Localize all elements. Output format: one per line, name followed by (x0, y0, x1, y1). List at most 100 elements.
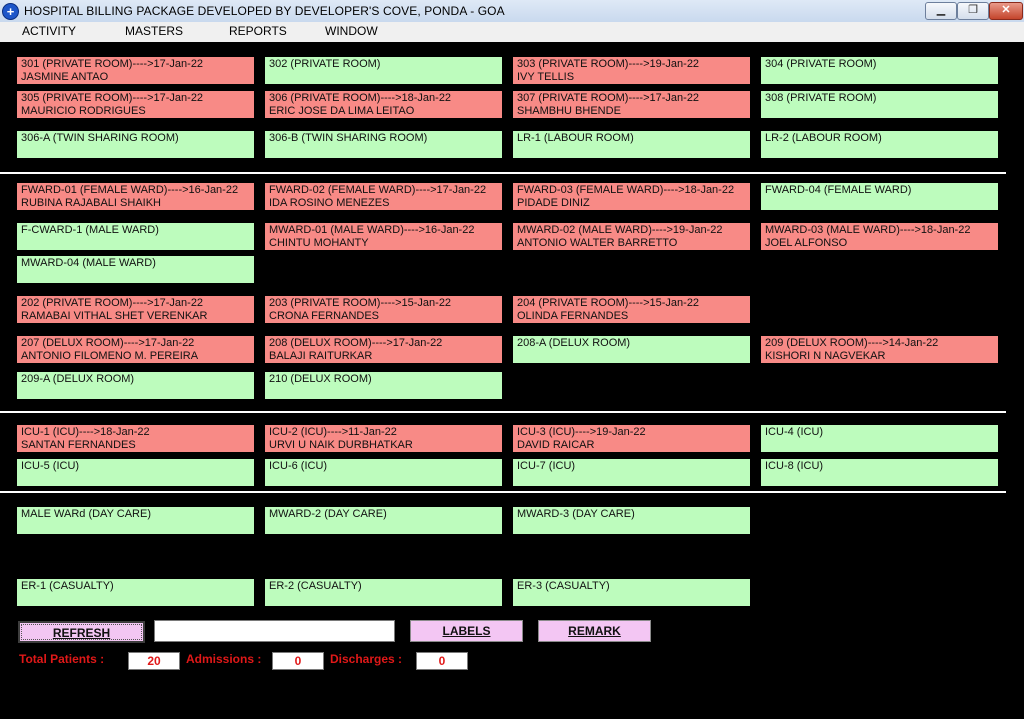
labels-button[interactable]: LABELS (410, 620, 523, 642)
bed-tile[interactable]: 303 (PRIVATE ROOM)---->19-Jan-22 IVY TELL… (513, 57, 750, 84)
bed-label: MWARD-03 (MALE WARD)---->18-Jan-22 (765, 224, 971, 236)
patient-name: ERIC JOSE DA LIMA LEITAO (269, 105, 415, 117)
bed-tile[interactable]: LR-2 (LABOUR ROOM) (761, 131, 998, 158)
bed-tile[interactable]: FWARD-04 (FEMALE WARD) (761, 183, 998, 210)
bed-label: ICU-3 (ICU)---->19-Jan-22 (517, 426, 646, 438)
patient-name: RAMABAI VITHAL SHET VERENKAR (21, 310, 208, 322)
bed-tile[interactable]: ICU-5 (ICU) (17, 459, 254, 486)
bed-tile[interactable]: MWARD-2 (DAY CARE) (265, 507, 502, 534)
bed-label: ICU-5 (ICU) (21, 460, 80, 472)
bed-tile[interactable]: 307 (PRIVATE ROOM)---->17-Jan-22 SHAMBHU … (513, 91, 750, 118)
bed-tile[interactable]: MWARD-01 (MALE WARD)---->16-Jan-22 CHINTU… (265, 223, 502, 250)
patient-name: DAVID RAICAR (517, 439, 595, 451)
bed-tile[interactable]: F-CWARD-1 (MALE WARD) (17, 223, 254, 250)
bed-tile[interactable]: MWARD-03 (MALE WARD)---->18-Jan-22 JOEL A… (761, 223, 998, 250)
bed-tile[interactable]: ICU-1 (ICU)---->18-Jan-22 SANTAN FERNANDE… (17, 425, 254, 452)
bed-label: FWARD-01 (FEMALE WARD)---->16-Jan-22 (21, 184, 239, 196)
patient-name: BALAJI RAITURKAR (269, 350, 373, 362)
bed-label: FWARD-02 (FEMALE WARD)---->17-Jan-22 (269, 184, 487, 196)
bed-tile[interactable]: 306 (PRIVATE ROOM)---->18-Jan-22 ERIC JOS… (265, 91, 502, 118)
bed-label: ER-1 (CASUALTY) (21, 580, 114, 592)
bed-label: MWARD-02 (MALE WARD)---->19-Jan-22 (517, 224, 723, 236)
bed-tile[interactable]: 203 (PRIVATE ROOM)---->15-Jan-22 CRONA FE… (265, 296, 502, 323)
bed-label: 305 (PRIVATE ROOM)---->17-Jan-22 (21, 92, 204, 104)
bed-tile[interactable]: LR-1 (LABOUR ROOM) (513, 131, 750, 158)
bed-tile[interactable]: ICU-3 (ICU)---->19-Jan-22 DAVID RAICAR (513, 425, 750, 452)
restore-button[interactable]: ❐ (957, 2, 989, 20)
search-input[interactable] (154, 620, 395, 642)
remark-button[interactable]: REMARK (538, 620, 651, 642)
bed-tile[interactable]: ER-1 (CASUALTY) (17, 579, 254, 606)
bed-tile[interactable]: FWARD-02 (FEMALE WARD)---->17-Jan-22 IDA … (265, 183, 502, 210)
bed-tile[interactable]: ER-3 (CASUALTY) (513, 579, 750, 606)
bed-tile[interactable]: ICU-6 (ICU) (265, 459, 502, 486)
patient-name: SANTAN FERNANDES (21, 439, 136, 451)
bed-label: ICU-1 (ICU)---->18-Jan-22 (21, 426, 150, 438)
bed-tile[interactable]: MWARD-02 (MALE WARD)---->19-Jan-22 ANTONI… (513, 223, 750, 250)
bed-tile[interactable]: 301 (PRIVATE ROOM)---->17-Jan-22 JASMINE … (17, 57, 254, 84)
title-bar: + HOSPITAL BILLING PACKAGE DEVELOPED BY … (0, 0, 1024, 23)
menu-reports[interactable]: REPORTS (229, 24, 287, 38)
bed-tile[interactable]: 208 (DELUX ROOM)---->17-Jan-22 BALAJI RAI… (265, 336, 502, 363)
patient-name: OLINDA FERNANDES (517, 310, 629, 322)
minimize-button[interactable]: ▁ (925, 2, 957, 20)
bed-tile[interactable]: 306-A (TWIN SHARING ROOM) (17, 131, 254, 158)
bed-label: FWARD-03 (FEMALE WARD)---->18-Jan-22 (517, 184, 735, 196)
bed-tile[interactable]: 207 (DELUX ROOM)---->17-Jan-22 ANTONIO FI… (17, 336, 254, 363)
bed-label: 203 (PRIVATE ROOM)---->15-Jan-22 (269, 297, 452, 309)
bed-tile[interactable]: MWARD-04 (MALE WARD) (17, 256, 254, 283)
bed-label: 306 (PRIVATE ROOM)---->18-Jan-22 (269, 92, 452, 104)
bed-label: 208 (DELUX ROOM)---->17-Jan-22 (269, 337, 443, 349)
bed-tile[interactable]: 209 (DELUX ROOM)---->14-Jan-22 KISHORI N … (761, 336, 998, 363)
bed-label: FWARD-04 (FEMALE WARD) (765, 184, 912, 196)
bed-tile[interactable]: 204 (PRIVATE ROOM)---->15-Jan-22 OLINDA F… (513, 296, 750, 323)
bed-tile[interactable]: 202 (PRIVATE ROOM)---->17-Jan-22 RAMABAI … (17, 296, 254, 323)
bed-tile[interactable]: MWARD-3 (DAY CARE) (513, 507, 750, 534)
bed-tile[interactable]: FWARD-01 (FEMALE WARD)---->16-Jan-22 RUBI… (17, 183, 254, 210)
bed-tile[interactable]: ICU-7 (ICU) (513, 459, 750, 486)
total-patients-label: Total Patients : (19, 652, 105, 666)
section-divider (0, 172, 1006, 174)
menu-masters[interactable]: MASTERS (125, 24, 183, 38)
bed-label: ICU-4 (ICU) (765, 426, 824, 438)
bed-label: 301 (PRIVATE ROOM)---->17-Jan-22 (21, 58, 204, 70)
bed-tile[interactable]: ICU-4 (ICU) (761, 425, 998, 452)
bed-tile[interactable]: MALE WARd (DAY CARE) (17, 507, 254, 534)
patient-name: RUBINA RAJABALI SHAIKH (21, 197, 161, 209)
section-divider (0, 411, 1006, 413)
bed-tile[interactable]: FWARD-03 (FEMALE WARD)---->18-Jan-22 PIDA… (513, 183, 750, 210)
bed-tile[interactable]: 302 (PRIVATE ROOM) (265, 57, 502, 84)
bed-label: 209 (DELUX ROOM)---->14-Jan-22 (765, 337, 939, 349)
close-button[interactable]: ✕ (989, 2, 1023, 20)
refresh-button[interactable]: REFRESH (18, 621, 145, 643)
bed-tile[interactable]: 210 (DELUX ROOM) (265, 372, 502, 399)
bed-label: 209-A (DELUX ROOM) (21, 373, 135, 385)
patient-name: IDA ROSINO MENEZES (269, 197, 390, 209)
bed-label: 204 (PRIVATE ROOM)---->15-Jan-22 (517, 297, 700, 309)
menu-bar: ACTIVITY MASTERS REPORTS WINDOW (0, 22, 1024, 42)
menu-activity[interactable]: ACTIVITY (22, 24, 76, 38)
bed-label: 306-A (TWIN SHARING ROOM) (21, 132, 179, 144)
bed-label: 303 (PRIVATE ROOM)---->19-Jan-22 (517, 58, 700, 70)
bed-tile[interactable]: 306-B (TWIN SHARING ROOM) (265, 131, 502, 158)
bed-label: 304 (PRIVATE ROOM) (765, 58, 877, 70)
bed-tile[interactable]: ER-2 (CASUALTY) (265, 579, 502, 606)
bed-label: MALE WARd (DAY CARE) (21, 508, 151, 520)
patient-name: URVI U NAIK DURBHATKAR (269, 439, 413, 451)
bed-tile[interactable]: 308 (PRIVATE ROOM) (761, 91, 998, 118)
bed-label: 202 (PRIVATE ROOM)---->17-Jan-22 (21, 297, 204, 309)
bed-tile[interactable]: 304 (PRIVATE ROOM) (761, 57, 998, 84)
bed-label: 306-B (TWIN SHARING ROOM) (269, 132, 428, 144)
bed-label: 308 (PRIVATE ROOM) (765, 92, 877, 104)
bed-tile[interactable]: ICU-2 (ICU)---->11-Jan-22 URVI U NAIK DUR… (265, 425, 502, 452)
bed-tile[interactable]: 209-A (DELUX ROOM) (17, 372, 254, 399)
bed-tile[interactable]: ICU-8 (ICU) (761, 459, 998, 486)
menu-window[interactable]: WINDOW (325, 24, 378, 38)
bed-label: ICU-6 (ICU) (269, 460, 328, 472)
bed-label: LR-2 (LABOUR ROOM) (765, 132, 882, 144)
bed-tile[interactable]: 305 (PRIVATE ROOM)---->17-Jan-22 MAURICIO… (17, 91, 254, 118)
bed-tile[interactable]: 208-A (DELUX ROOM) (513, 336, 750, 363)
bed-label: 307 (PRIVATE ROOM)---->17-Jan-22 (517, 92, 700, 104)
bed-label: 302 (PRIVATE ROOM) (269, 58, 381, 70)
bed-label: 208-A (DELUX ROOM) (517, 337, 631, 349)
